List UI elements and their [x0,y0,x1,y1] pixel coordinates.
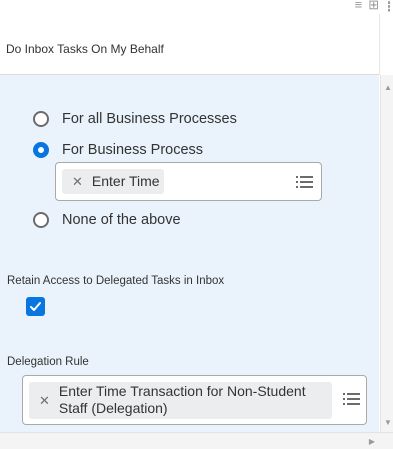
scroll-right-icon[interactable]: ▶ [369,437,375,446]
pill-text-line-1: Enter Time Transaction for Non-Student [58,383,306,399]
radio-label: None of the above [62,212,181,228]
section-title: Do Inbox Tasks On My Behalf [6,42,164,56]
retain-access-checkbox[interactable] [26,297,45,316]
grid-icon[interactable]: ⊞ [368,0,379,11]
radio-all-business-processes[interactable]: For all Business Processes [33,111,237,127]
scroll-up-icon[interactable]: ▲ [384,84,392,92]
business-process-prompt[interactable]: ✕ Enter Time [55,162,322,201]
delegation-rule-label: Delegation Rule [7,356,89,368]
close-icon[interactable]: ✕ [72,174,83,190]
radio-none-of-the-above[interactable]: None of the above [33,212,181,228]
horizontal-scrollbar[interactable]: ▶ [0,432,393,449]
radio-button[interactable] [33,111,49,127]
filter-icon[interactable]: ≡ [355,0,363,11]
radio-button[interactable] [33,212,49,228]
close-icon[interactable]: ✕ [39,393,50,409]
delegation-form: For all Business Processes For Business … [0,75,379,432]
delegation-panel: ≡ ⊞ ┋ Do Inbox Tasks On My Behalf For al… [0,0,393,449]
top-toolbar: ≡ ⊞ ┋ [0,0,393,15]
list-icon[interactable] [343,393,360,408]
selected-item-pill: ✕ Enter Time Transaction for Non-Student… [29,382,332,419]
section-header: Do Inbox Tasks On My Behalf [0,14,380,75]
radio-label: For Business Process [62,142,204,158]
selected-item-pill: ✕ Enter Time [62,169,164,194]
radio-for-business-process[interactable]: For Business Process [33,142,203,158]
pill-text: Enter Time [91,173,160,189]
column-icon[interactable]: ┋ [385,0,393,11]
radio-label: For all Business Processes [62,111,237,127]
vertical-scrollbar[interactable]: ▲ ▼ [380,75,393,432]
scroll-down-icon[interactable]: ▼ [384,419,392,427]
retain-access-label: Retain Access to Delegated Tasks in Inbo… [7,275,225,287]
list-icon[interactable] [296,176,313,191]
delegation-rule-prompt[interactable]: ✕ Enter Time Transaction for Non-Student… [22,375,367,425]
check-icon [30,302,41,311]
pill-text-line-2: Staff (Delegation) [58,400,168,416]
radio-button-selected[interactable] [33,142,49,158]
